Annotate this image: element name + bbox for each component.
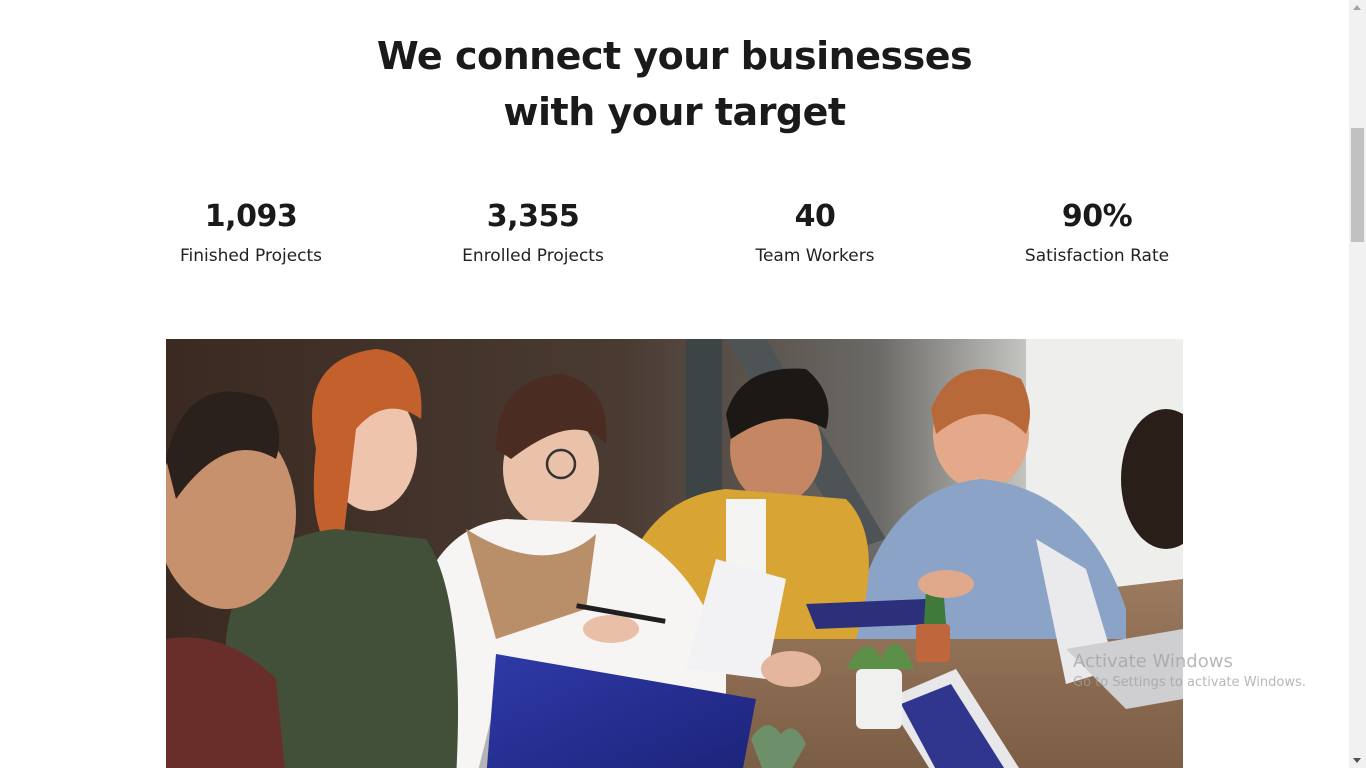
stat-label: Finished Projects — [179, 246, 323, 266]
stat-finished-projects: 1,093 Finished Projects — [121, 196, 381, 267]
scroll-up-arrow-icon[interactable] — [1353, 5, 1361, 10]
team-photo-illustration — [166, 339, 1183, 768]
stat-value: 3,355 — [486, 199, 580, 234]
stat-label: Team Workers — [755, 246, 875, 266]
stat-value: 40 — [794, 199, 836, 234]
stat-label: Satisfaction Rate — [1024, 246, 1170, 266]
team-photo — [166, 339, 1183, 768]
heading-line-1: We connect your businesses — [376, 34, 973, 78]
vertical-scrollbar[interactable] — [1349, 0, 1366, 768]
page-content: We connect your businesses with your tar… — [0, 0, 1349, 768]
stat-enrolled-projects: 3,355 Enrolled Projects — [403, 196, 663, 267]
stat-value: 90% — [1061, 199, 1133, 234]
scrollbar-thumb[interactable] — [1351, 128, 1364, 242]
stat-team-workers: 40 Team Workers — [685, 196, 945, 267]
heading-line-2: with your target — [503, 90, 846, 134]
stat-label: Enrolled Projects — [462, 246, 604, 266]
stat-satisfaction-rate: 90% Satisfaction Rate — [967, 196, 1227, 267]
section-heading: We connect your businesses with your tar… — [0, 28, 1349, 140]
stat-value: 1,093 — [204, 199, 298, 234]
scroll-down-arrow-icon[interactable] — [1353, 758, 1361, 763]
